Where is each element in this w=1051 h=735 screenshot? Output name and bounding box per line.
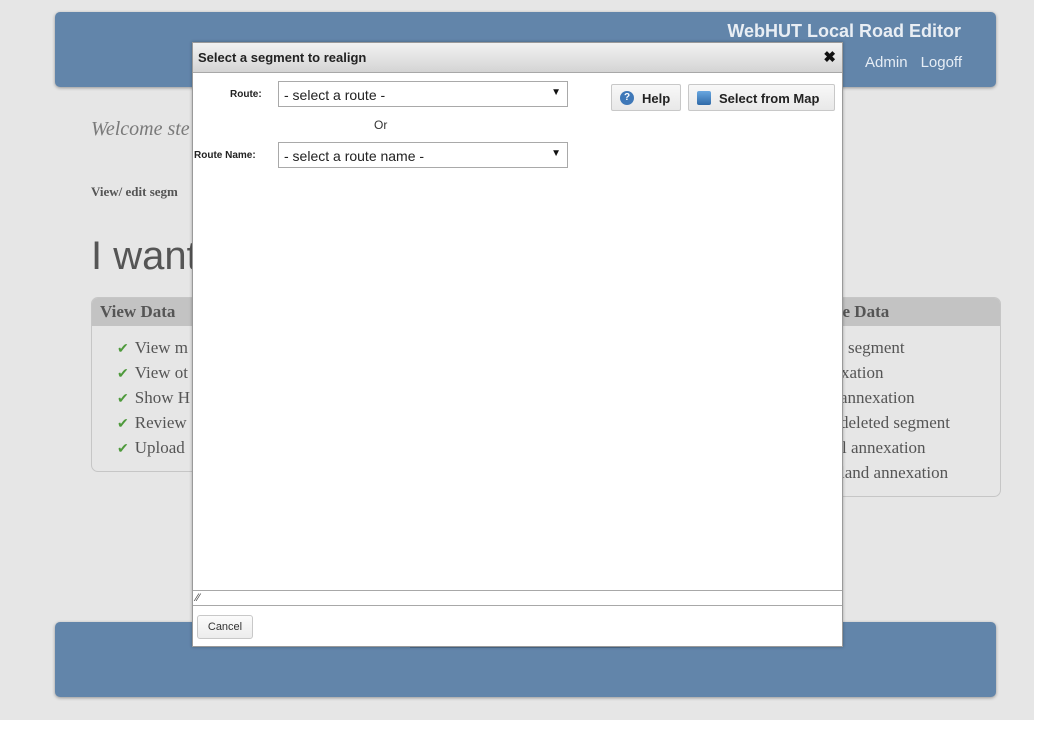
route-select-value: - select a route - bbox=[284, 87, 386, 103]
dialog-resize-bar: ⁄⁄ bbox=[193, 590, 842, 606]
select-from-map-button[interactable]: Select from Map bbox=[688, 84, 835, 111]
route-name-select[interactable]: - select a route name - ▼ bbox=[278, 142, 568, 168]
check-icon: ✔ bbox=[117, 442, 129, 457]
chevron-down-icon: ▼ bbox=[551, 148, 561, 159]
app-title: WebHUT Local Road Editor bbox=[727, 21, 961, 41]
route-name-select-value: - select a route name - bbox=[284, 148, 425, 164]
chevron-down-icon: ▼ bbox=[551, 87, 561, 98]
header-nav: Admin Logoff bbox=[865, 54, 962, 71]
check-icon: ✔ bbox=[117, 342, 129, 357]
route-label: Route: bbox=[230, 89, 262, 100]
check-icon: ✔ bbox=[117, 392, 129, 407]
route-select[interactable]: - select a route - ▼ bbox=[278, 81, 568, 107]
dialog-titlebar[interactable]: Select a segment to realign ✖ bbox=[193, 43, 842, 73]
map-icon bbox=[697, 91, 711, 105]
check-icon: ✔ bbox=[117, 367, 129, 382]
dialog-title: Select a segment to realign bbox=[198, 50, 367, 65]
close-icon[interactable]: ✖ bbox=[823, 48, 836, 66]
help-icon: ? bbox=[620, 91, 634, 105]
welcome-text: Welcome ste bbox=[91, 118, 190, 140]
cancel-button[interactable]: Cancel bbox=[197, 615, 253, 639]
or-text: Or bbox=[374, 118, 388, 132]
help-button[interactable]: ? Help bbox=[611, 84, 681, 111]
route-name-label: Route Name: bbox=[194, 150, 256, 161]
view-edit-link[interactable]: View/ edit segm bbox=[91, 184, 178, 200]
nav-logoff-link[interactable]: Logoff bbox=[921, 54, 962, 71]
page-heading: I want bbox=[91, 234, 198, 278]
check-icon: ✔ bbox=[117, 417, 129, 432]
realign-segment-dialog: Select a segment to realign ✖ Route: - s… bbox=[192, 42, 843, 647]
nav-admin-link[interactable]: Admin bbox=[865, 54, 908, 71]
resize-handle-icon[interactable]: ⁄⁄ bbox=[196, 592, 200, 604]
